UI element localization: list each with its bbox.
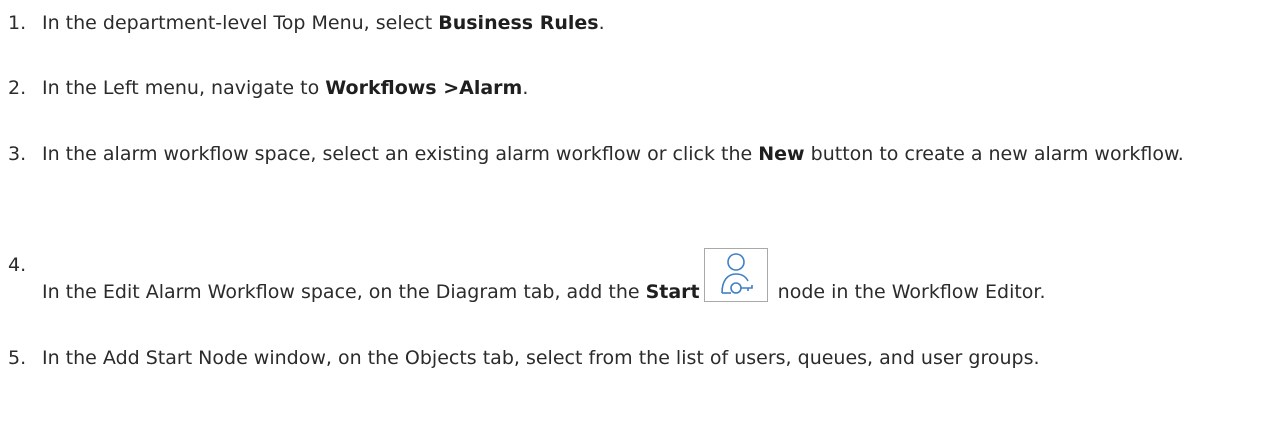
step-1: 1. In the department-level Top Menu, sel… <box>0 6 1250 40</box>
step-text: In the alarm workflow space, select an e… <box>42 137 1250 171</box>
step-text: In the department-level Top Menu, select… <box>42 6 1250 40</box>
step-text: In the Edit Alarm Workflow space, on the… <box>42 248 1250 309</box>
step-number: 2. <box>8 77 27 99</box>
step-bold-start: Start <box>645 281 700 303</box>
step-number: 5. <box>8 347 27 369</box>
start-node-icon-graphic <box>720 253 753 294</box>
step-bold-business-rules: Business Rules <box>438 12 599 34</box>
step-text-pre: In the Left menu, navigate to <box>42 77 326 99</box>
step-2: 2. In the Left menu, navigate to Workflo… <box>0 71 1250 105</box>
step-text-post: . <box>598 12 605 34</box>
step-number: 4. <box>8 254 27 276</box>
step-3: 3. In the alarm workflow space, select a… <box>0 137 1250 171</box>
step-4: 4. In the Edit Alarm Workflow space, on … <box>0 248 1250 309</box>
step-text-pre: In the department-level Top Menu, select <box>42 12 439 34</box>
step-text: In the Left menu, navigate to Workflows … <box>42 71 1250 105</box>
start-node-icon <box>703 248 768 302</box>
step-number: 1. <box>8 12 27 34</box>
step-5: 5. In the Add Start Node window, on the … <box>0 341 1250 375</box>
step-text: In the Add Start Node window, on the Obj… <box>42 347 1040 369</box>
step-text-post: . <box>522 77 529 99</box>
step-bold-new: New <box>758 143 805 165</box>
step-text-pre: In the alarm workflow space, select an e… <box>42 143 759 165</box>
step-bold-workflows-alarm: Workflows >Alarm <box>325 77 523 99</box>
step-text-post: node in the Workflow Editor. <box>771 281 1046 303</box>
step-text-post: button to create a new alarm workflow. <box>804 143 1184 165</box>
step-text-pre: In the Edit Alarm Workflow space, on the… <box>42 281 646 303</box>
step-number: 3. <box>8 143 27 165</box>
